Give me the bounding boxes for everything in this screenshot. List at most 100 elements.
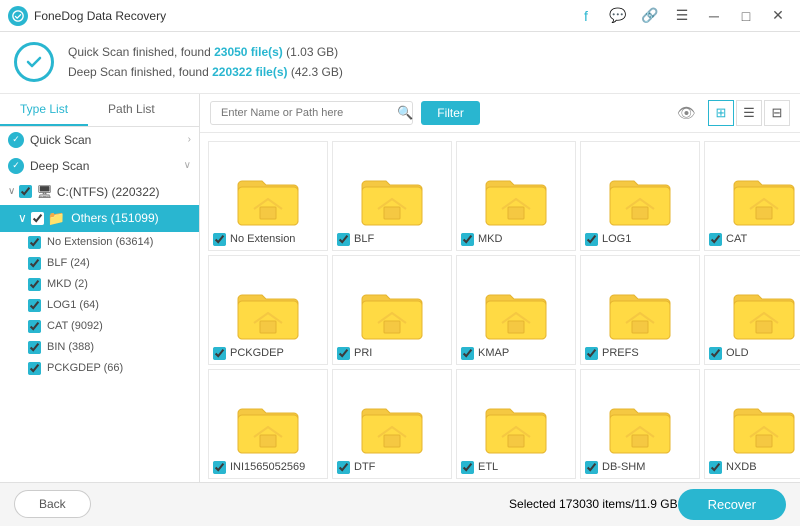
grid-view-icon[interactable]: ⊞	[708, 100, 734, 126]
file-checkbox[interactable]	[585, 461, 598, 474]
file-item[interactable]: INI1565052569	[208, 369, 328, 479]
file-checkbox[interactable]	[585, 347, 598, 360]
sidebar-deep-scan[interactable]: ✓ Deep Scan ∨	[0, 153, 199, 179]
menu-icon[interactable]: ☰	[668, 2, 696, 30]
window-controls: f 💬 🔗 ☰ ─ □ ✕	[572, 2, 792, 30]
deep-scan-line: Deep Scan finished, found 220322 file(s)…	[68, 62, 343, 82]
recover-button[interactable]: Recover	[678, 489, 786, 520]
file-item[interactable]: PREFS	[580, 255, 700, 365]
sub-item-checkbox[interactable]	[28, 257, 41, 270]
folder-icon	[608, 171, 672, 227]
file-label: OLD	[709, 347, 800, 360]
drive-checkbox[interactable]	[19, 185, 32, 198]
sidebar-sub-item[interactable]: PCKGDEP (66)	[0, 358, 199, 379]
sub-item-label: LOG1 (64)	[47, 299, 99, 311]
file-label: No Extension	[213, 233, 323, 246]
file-item[interactable]: DTF	[332, 369, 452, 479]
quick-scan-arrow: ›	[188, 134, 191, 145]
maximize-icon[interactable]: □	[732, 2, 760, 30]
file-item[interactable]: DB-SHM	[580, 369, 700, 479]
file-item[interactable]: MKD	[456, 141, 576, 251]
sidebar-sub-item[interactable]: BIN (388)	[0, 337, 199, 358]
file-item[interactable]: LOG1	[580, 141, 700, 251]
check-circle-icon	[14, 42, 54, 82]
folder-icon	[236, 399, 300, 455]
search-input[interactable]	[210, 101, 413, 125]
file-checkbox[interactable]	[337, 461, 350, 474]
file-item[interactable]: CAT	[704, 141, 800, 251]
sub-item-label: BLF (24)	[47, 257, 90, 269]
file-name: CAT	[726, 233, 747, 245]
search-icon: 🔍	[397, 105, 413, 121]
title-bar: FoneDog Data Recovery f 💬 🔗 ☰ ─ □ ✕	[0, 0, 800, 32]
folder-icon	[360, 285, 424, 341]
folder-icon	[732, 285, 796, 341]
file-item[interactable]: ETL	[456, 369, 576, 479]
sub-item-checkbox[interactable]	[28, 236, 41, 249]
sub-item-checkbox[interactable]	[28, 299, 41, 312]
sub-item-label: No Extension (63614)	[47, 236, 153, 248]
toolbar: 🔍 Filter 👁 ⊞ ☰ ⊟	[200, 94, 800, 133]
file-item[interactable]: KMAP	[456, 255, 576, 365]
close-icon[interactable]: ✕	[764, 2, 792, 30]
file-checkbox[interactable]	[461, 461, 474, 474]
eye-icon[interactable]: 👁	[677, 104, 696, 122]
file-item[interactable]: BLF	[332, 141, 452, 251]
file-item[interactable]: No Extension	[208, 141, 328, 251]
sub-item-checkbox[interactable]	[28, 320, 41, 333]
file-item[interactable]: OLD	[704, 255, 800, 365]
file-checkbox[interactable]	[585, 233, 598, 246]
facebook-icon[interactable]: f	[572, 2, 600, 30]
file-checkbox[interactable]	[213, 233, 226, 246]
folder-icon	[484, 285, 548, 341]
file-name: DTF	[354, 461, 375, 473]
file-label: NXDB	[709, 461, 800, 474]
file-checkbox[interactable]	[461, 233, 474, 246]
sidebar-sub-item[interactable]: BLF (24)	[0, 253, 199, 274]
file-item[interactable]: NXDB	[704, 369, 800, 479]
share-icon[interactable]: 🔗	[636, 2, 664, 30]
file-name: LOG1	[602, 233, 631, 245]
sidebar-others[interactable]: ∨ 📁 Others (151099)	[0, 205, 199, 232]
sidebar-sub-item[interactable]: No Extension (63614)	[0, 232, 199, 253]
sidebar-quick-scan[interactable]: ✓ Quick Scan ›	[0, 127, 199, 153]
file-checkbox[interactable]	[337, 233, 350, 246]
sidebar-sub-item[interactable]: CAT (9092)	[0, 316, 199, 337]
folder-icon	[360, 399, 424, 455]
back-button[interactable]: Back	[14, 490, 91, 518]
file-item[interactable]: PCKGDEP	[208, 255, 328, 365]
tab-path-list[interactable]: Path List	[88, 94, 175, 126]
list-view-icon[interactable]: ☰	[736, 100, 762, 126]
file-checkbox[interactable]	[461, 347, 474, 360]
file-checkbox[interactable]	[709, 233, 722, 246]
file-label: PRI	[337, 347, 447, 360]
message-icon[interactable]: 💬	[604, 2, 632, 30]
sub-item-checkbox[interactable]	[28, 278, 41, 291]
file-name: DB-SHM	[602, 461, 645, 473]
file-content: No Extension BLF MKD	[208, 141, 792, 482]
file-label: INI1565052569	[213, 461, 323, 474]
sidebar-drive[interactable]: ∨ 🖥 C:(NTFS) (220322)	[0, 179, 199, 205]
grid-row: PCKGDEP PRI KMAP	[208, 255, 792, 365]
minimize-icon[interactable]: ─	[700, 2, 728, 30]
file-checkbox[interactable]	[213, 347, 226, 360]
others-checkbox[interactable]	[31, 212, 44, 225]
view-toggle: ⊞ ☰ ⊟	[708, 100, 790, 126]
sub-item-checkbox[interactable]	[28, 341, 41, 354]
sidebar-sub-item[interactable]: MKD (2)	[0, 274, 199, 295]
folder-icon	[608, 399, 672, 455]
sub-item-checkbox[interactable]	[28, 362, 41, 375]
file-checkbox[interactable]	[337, 347, 350, 360]
tab-type-list[interactable]: Type List	[0, 94, 88, 126]
file-checkbox[interactable]	[213, 461, 226, 474]
sidebar-sub-item[interactable]: LOG1 (64)	[0, 295, 199, 316]
filter-button[interactable]: Filter	[421, 101, 480, 125]
file-checkbox[interactable]	[709, 347, 722, 360]
bottom-bar: Back Selected 173030 items/11.9 GB Recov…	[0, 482, 800, 526]
folder-icon	[484, 399, 548, 455]
file-checkbox[interactable]	[709, 461, 722, 474]
sidebar-tabs: Type List Path List	[0, 94, 199, 127]
detail-view-icon[interactable]: ⊟	[764, 100, 790, 126]
deep-scan-arrow: ∨	[184, 160, 191, 171]
file-item[interactable]: PRI	[332, 255, 452, 365]
